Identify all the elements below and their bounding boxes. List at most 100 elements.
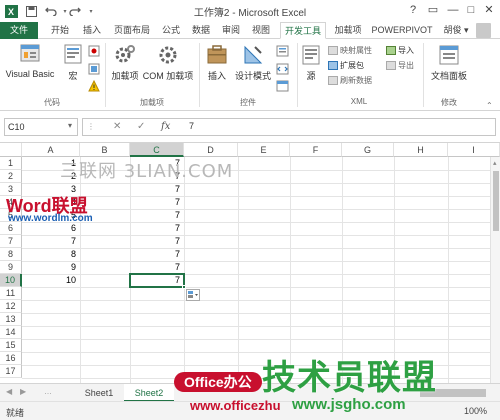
more-sheets-icon[interactable]: …	[44, 387, 52, 396]
row-header[interactable]: 15	[0, 339, 22, 352]
row-header[interactable]: 7	[0, 235, 22, 248]
tab-powerpivot[interactable]: POWERPIVOT	[370, 22, 434, 39]
name-box[interactable]: C10	[4, 118, 78, 136]
visual-basic-icon	[20, 44, 40, 62]
vertical-scroll-thumb[interactable]	[493, 171, 499, 231]
auto-fill-options-button[interactable]	[186, 289, 200, 301]
zoom-level[interactable]: 100%	[464, 406, 487, 416]
map-properties-button[interactable]: 映射属性	[328, 44, 372, 57]
vertical-scrollbar[interactable]: ▴	[490, 157, 500, 383]
row-header[interactable]: 12	[0, 300, 22, 313]
row-header[interactable]: 8	[0, 248, 22, 261]
column-header-c[interactable]: C	[130, 143, 184, 157]
sheet-tab-sheet1[interactable]: Sheet1	[76, 384, 122, 402]
cell-a8[interactable]: 8	[22, 248, 80, 261]
sheet-tab-sheet2[interactable]: Sheet2	[124, 384, 174, 402]
gridline	[22, 287, 500, 288]
cell-c3[interactable]: 7	[130, 183, 184, 196]
formula-input[interactable]: 7	[189, 121, 194, 131]
cell-c8[interactable]: 7	[130, 248, 184, 261]
row-header[interactable]: 9	[0, 261, 22, 274]
row-header[interactable]: 13	[0, 313, 22, 326]
avatar[interactable]	[476, 23, 491, 38]
tab-data[interactable]: 数据	[188, 22, 214, 39]
select-all-corner[interactable]	[0, 143, 22, 157]
row-header[interactable]: 14	[0, 326, 22, 339]
cell-a9[interactable]: 9	[22, 261, 80, 274]
tab-view[interactable]: 视图	[248, 22, 274, 39]
column-header-h[interactable]: H	[394, 143, 448, 157]
macro-button[interactable]: 宏	[60, 43, 86, 82]
xml-source-icon	[302, 45, 320, 65]
insert-function-button[interactable]: fx	[161, 121, 170, 132]
expansion-packs-button[interactable]: 扩展包	[328, 59, 364, 72]
tab-home[interactable]: 开始	[46, 22, 74, 39]
refresh-data-button[interactable]: 刷新数据	[328, 74, 372, 87]
name-box-dropdown-icon[interactable]: ▾	[68, 121, 72, 130]
view-code-icon[interactable]	[276, 63, 289, 77]
minimize-button[interactable]: —	[444, 2, 462, 18]
prev-sheet-icon[interactable]: ◀	[6, 387, 12, 396]
com-addins-button[interactable]: COM 加载项	[142, 43, 194, 82]
row-header-selected[interactable]: 10	[0, 274, 22, 287]
import-button[interactable]: 导入	[386, 44, 414, 57]
formula-bar-grip-icon: ⋮	[87, 122, 95, 131]
tab-formulas[interactable]: 公式	[158, 22, 184, 39]
collapse-ribbon-icon[interactable]: ⌃	[486, 101, 493, 110]
gridline	[22, 196, 500, 197]
document-panel-button[interactable]: 文档面板	[426, 43, 472, 82]
xml-source-button[interactable]: 源	[300, 43, 322, 82]
maximize-button[interactable]: □	[462, 2, 480, 18]
next-sheet-icon[interactable]: ▶	[20, 387, 26, 396]
watermark-office-url: www.officezhu	[190, 398, 281, 413]
column-header-d[interactable]: D	[184, 143, 238, 157]
macro-security-icon[interactable]	[88, 79, 100, 94]
row-header[interactable]: 1	[0, 157, 22, 170]
cell-c5[interactable]: 7	[130, 209, 184, 222]
column-header-b[interactable]: B	[80, 143, 130, 157]
row-header[interactable]: 11	[0, 287, 22, 300]
run-dialog-icon[interactable]	[276, 80, 289, 94]
gridline	[22, 326, 500, 327]
column-header-g[interactable]: G	[342, 143, 394, 157]
cell-c4[interactable]: 7	[130, 196, 184, 209]
cell-a7[interactable]: 7	[22, 235, 80, 248]
close-button[interactable]: ✕	[480, 2, 498, 18]
column-header-i[interactable]: I	[448, 143, 500, 157]
scroll-up-icon[interactable]: ▴	[493, 159, 497, 167]
ribbon-display-button[interactable]: ▭	[424, 2, 442, 18]
row-header[interactable]: 2	[0, 170, 22, 183]
row-header[interactable]: 16	[0, 352, 22, 365]
record-macro-icon[interactable]	[88, 45, 100, 59]
column-header-e[interactable]: E	[238, 143, 290, 157]
design-mode-button[interactable]: 设计模式	[234, 43, 272, 82]
com-addins-label: COM 加载项	[142, 71, 194, 81]
insert-control-button[interactable]: 插入	[202, 43, 232, 82]
gear-icon	[115, 45, 135, 63]
enter-formula-button[interactable]: ✓	[137, 121, 145, 132]
relative-reference-icon[interactable]	[88, 63, 100, 77]
tab-file[interactable]: 文件	[0, 22, 38, 39]
gridline	[22, 300, 500, 301]
tab-developer[interactable]: 开发工具	[280, 22, 326, 39]
group-addins-label: 加载项	[140, 98, 164, 107]
addins-button[interactable]: 加载项	[108, 43, 142, 82]
export-button[interactable]: 导出	[386, 59, 414, 72]
cell-c7[interactable]: 7	[130, 235, 184, 248]
row-header[interactable]: 17	[0, 365, 22, 378]
ribbon: Visual Basic 宏 代码 加载项 COM 加载项 加载项 插入 设计模…	[0, 39, 500, 111]
column-header-f[interactable]: F	[290, 143, 342, 157]
cancel-formula-button[interactable]: ✕	[113, 121, 121, 132]
properties-icon[interactable]	[276, 45, 289, 59]
column-header-a[interactable]: A	[22, 143, 80, 157]
tab-insert[interactable]: 插入	[78, 22, 106, 39]
user-account[interactable]: 胡俊 ▾	[440, 22, 472, 39]
cell-c6[interactable]: 7	[130, 222, 184, 235]
tab-page-layout[interactable]: 页面布局	[110, 22, 154, 39]
cell-a10[interactable]: 10	[22, 274, 80, 287]
visual-basic-button[interactable]: Visual Basic	[4, 43, 56, 79]
tab-review[interactable]: 审阅	[218, 22, 244, 39]
gridline	[448, 157, 449, 383]
help-button[interactable]: ?	[404, 2, 422, 18]
tab-addins[interactable]: 加载项	[330, 22, 366, 39]
